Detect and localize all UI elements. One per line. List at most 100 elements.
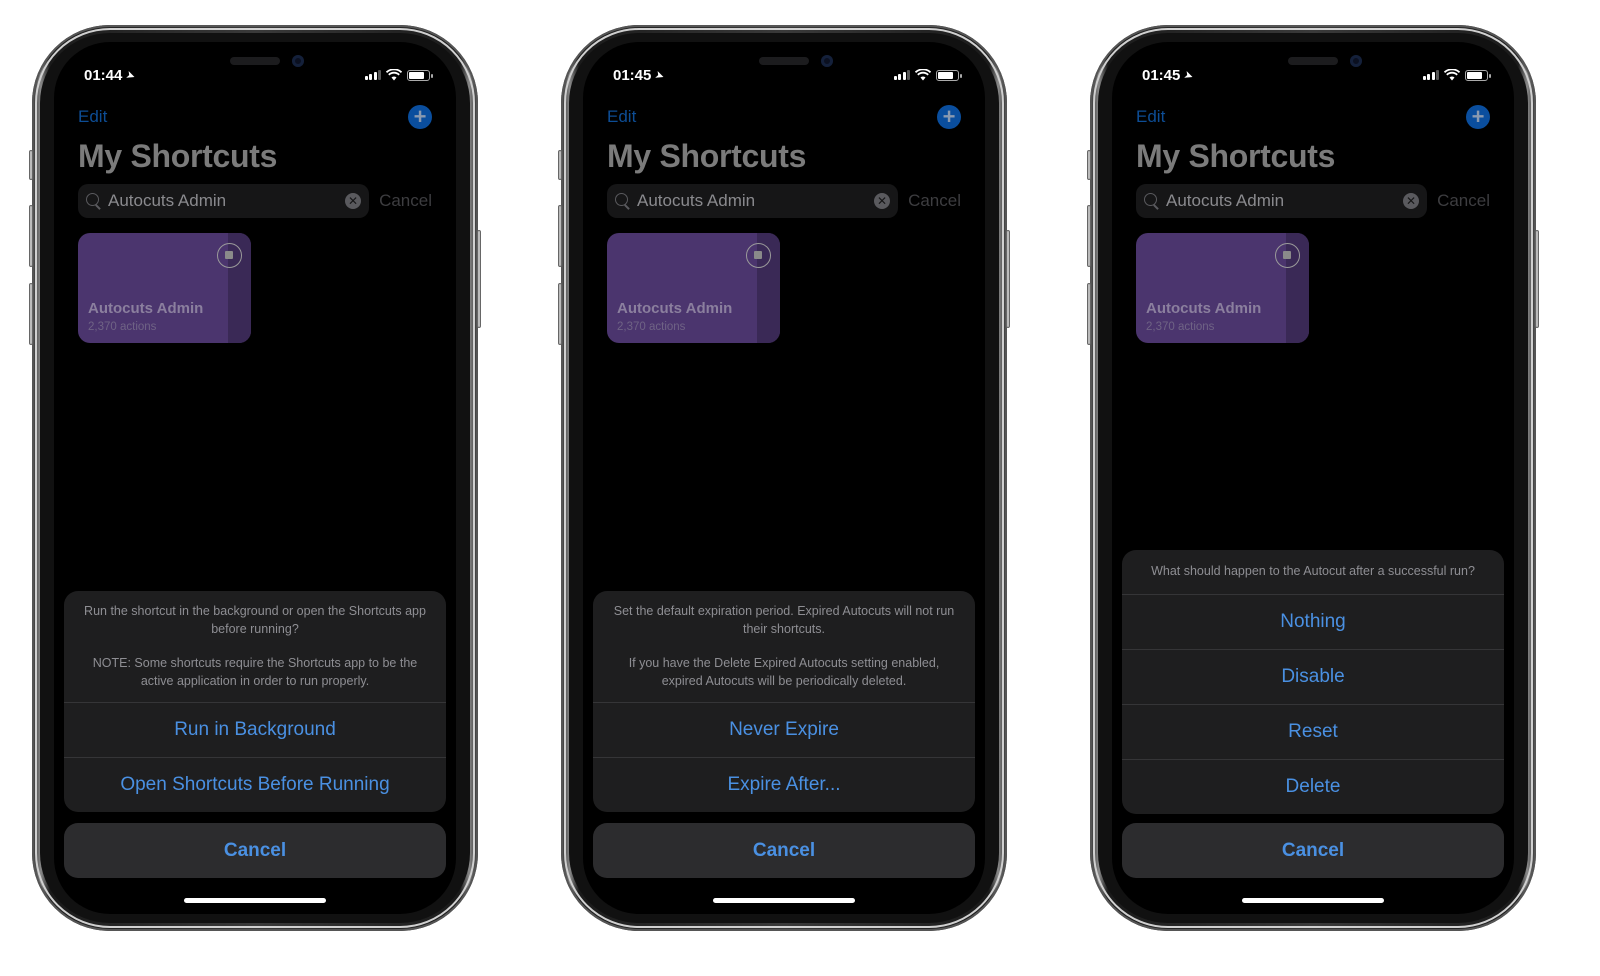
search-input[interactable]: Autocuts Admin ✕ xyxy=(1136,184,1428,218)
location-arrow-icon: ➤ xyxy=(124,68,138,83)
shortcut-card[interactable]: Autocuts Admin 2,370 actions xyxy=(607,233,780,343)
phone-1: 01:44 ➤ Edit + My Shortcuts Autocuts Admi… xyxy=(29,25,481,931)
cancel-button[interactable]: Cancel xyxy=(1122,823,1504,878)
plus-icon[interactable]: + xyxy=(408,105,432,129)
silent-switch xyxy=(1087,150,1091,180)
battery-icon xyxy=(936,69,962,81)
speaker xyxy=(1288,57,1338,65)
edit-button[interactable]: Edit xyxy=(1136,107,1165,127)
edit-button[interactable]: Edit xyxy=(607,107,636,127)
status-time: 01:45 xyxy=(613,66,652,84)
clear-icon[interactable]: ✕ xyxy=(345,193,362,209)
message-line: If you have the Delete Expired Autocuts … xyxy=(628,656,940,688)
status-bar: 01:44 ➤ xyxy=(84,66,433,84)
nav-bar: Edit + xyxy=(607,102,961,132)
edit-button[interactable]: Edit xyxy=(78,107,107,127)
speaker xyxy=(759,57,809,65)
wifi-icon xyxy=(1444,69,1460,81)
wifi-icon xyxy=(386,69,402,81)
clear-icon[interactable]: ✕ xyxy=(1403,193,1420,209)
page-title: My Shortcuts xyxy=(607,138,807,174)
shortcut-name: Autocuts Admin xyxy=(617,300,733,317)
reset-button[interactable]: Reset xyxy=(1122,703,1504,759)
search-row: Autocuts Admin ✕ Cancel xyxy=(1136,184,1490,218)
screen: 01:45 ➤ Edit + My Shortcuts Autocuts Admi… xyxy=(1112,42,1514,914)
search-value: Autocuts Admin xyxy=(108,191,227,210)
stop-icon[interactable] xyxy=(746,243,771,268)
page-title: My Shortcuts xyxy=(1136,138,1336,174)
volume-up-button xyxy=(558,205,562,267)
search-icon xyxy=(1144,193,1160,209)
open-shortcuts-before-running-button[interactable]: Open Shortcuts Before Running xyxy=(64,757,446,812)
volume-down-button xyxy=(29,283,33,345)
search-input[interactable]: Autocuts Admin ✕ xyxy=(607,184,899,218)
status-time: 01:45 xyxy=(1142,66,1181,84)
volume-up-button xyxy=(29,205,33,267)
power-button xyxy=(1006,230,1010,328)
search-value: Autocuts Admin xyxy=(1166,191,1285,210)
search-icon xyxy=(86,193,102,209)
search-icon xyxy=(615,193,631,209)
power-button xyxy=(1535,230,1539,328)
screen: 01:45 ➤ Edit + My Shortcuts Autocuts Admi… xyxy=(583,42,985,914)
cellular-signal-icon xyxy=(364,70,381,80)
battery-icon xyxy=(407,69,433,81)
status-bar: 01:45 ➤ xyxy=(1142,66,1491,84)
speaker xyxy=(230,57,280,65)
run-in-background-button[interactable]: Run in Background xyxy=(64,702,446,757)
shortcut-action-count: 2,370 actions xyxy=(617,321,686,333)
home-indicator[interactable] xyxy=(713,898,855,903)
expire-after-button[interactable]: Expire After... xyxy=(593,757,975,812)
search-row: Autocuts Admin ✕ Cancel xyxy=(607,184,961,218)
clear-icon[interactable]: ✕ xyxy=(874,193,891,209)
home-indicator[interactable] xyxy=(184,898,326,903)
silent-switch xyxy=(558,150,562,180)
shortcut-card[interactable]: Autocuts Admin 2,370 actions xyxy=(78,233,251,343)
location-arrow-icon: ➤ xyxy=(1182,68,1196,83)
cancel-button[interactable]: Cancel xyxy=(593,823,975,878)
message-line: NOTE: Some shortcuts require the Shortcu… xyxy=(92,656,418,688)
search-input[interactable]: Autocuts Admin ✕ xyxy=(78,184,370,218)
plus-icon[interactable]: + xyxy=(937,105,961,129)
search-cancel-button[interactable]: Cancel xyxy=(908,191,961,211)
nothing-button[interactable]: Nothing xyxy=(1122,593,1504,649)
action-sheet: Set the default expiration period. Expir… xyxy=(593,591,975,812)
cellular-signal-icon xyxy=(1422,70,1439,80)
home-indicator[interactable] xyxy=(1242,898,1384,903)
action-sheet: What should happen to the Autocut after … xyxy=(1122,550,1504,814)
shortcut-name: Autocuts Admin xyxy=(88,300,204,317)
stop-icon[interactable] xyxy=(1275,243,1300,268)
nav-bar: Edit + xyxy=(1136,102,1490,132)
action-sheet-message: What should happen to the Autocut after … xyxy=(1122,550,1504,594)
phone-2: 01:45 ➤ Edit + My Shortcuts Autocuts Admi… xyxy=(558,25,1010,931)
shortcut-name: Autocuts Admin xyxy=(1146,300,1262,317)
screen: 01:44 ➤ Edit + My Shortcuts Autocuts Admi… xyxy=(54,42,456,914)
silent-switch xyxy=(29,150,33,180)
shortcut-card[interactable]: Autocuts Admin 2,370 actions xyxy=(1136,233,1309,343)
status-time: 01:44 xyxy=(84,66,123,84)
never-expire-button[interactable]: Never Expire xyxy=(593,702,975,757)
search-cancel-button[interactable]: Cancel xyxy=(1437,191,1490,211)
message-line: Set the default expiration period. Expir… xyxy=(613,604,955,636)
disable-button[interactable]: Disable xyxy=(1122,648,1504,704)
message-line: What should happen to the Autocut after … xyxy=(1151,564,1475,578)
page-title: My Shortcuts xyxy=(78,138,278,174)
battery-icon xyxy=(1465,69,1491,81)
search-cancel-button[interactable]: Cancel xyxy=(379,191,432,211)
search-value: Autocuts Admin xyxy=(637,191,756,210)
shortcut-action-count: 2,370 actions xyxy=(88,321,157,333)
stop-icon[interactable] xyxy=(217,243,242,268)
status-bar: 01:45 ➤ xyxy=(613,66,962,84)
action-sheet-message: Set the default expiration period. Expir… xyxy=(593,591,975,702)
cellular-signal-icon xyxy=(893,70,910,80)
action-sheet: Run the shortcut in the background or op… xyxy=(64,591,446,812)
phone-3: 01:45 ➤ Edit + My Shortcuts Autocuts Admi… xyxy=(1087,25,1539,931)
action-sheet-message: Run the shortcut in the background or op… xyxy=(64,591,446,702)
plus-icon[interactable]: + xyxy=(1466,105,1490,129)
location-arrow-icon: ➤ xyxy=(653,68,667,83)
cancel-button[interactable]: Cancel xyxy=(64,823,446,878)
message-line: Run the shortcut in the background or op… xyxy=(84,604,426,636)
delete-button[interactable]: Delete xyxy=(1122,758,1504,814)
wifi-icon xyxy=(915,69,931,81)
power-button xyxy=(477,230,481,328)
